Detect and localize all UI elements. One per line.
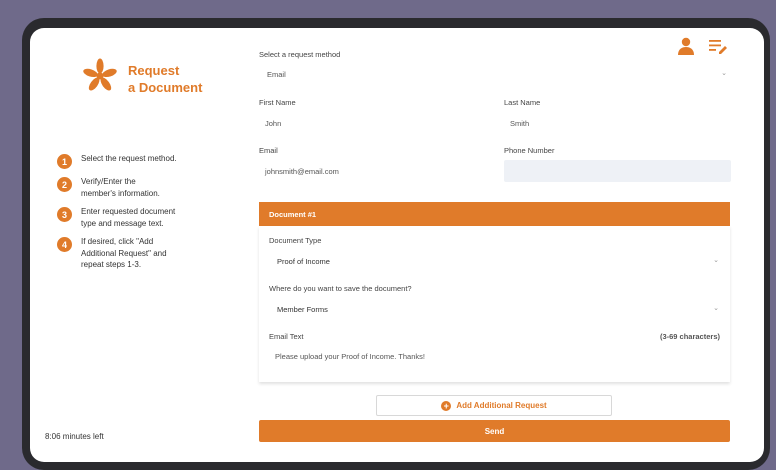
email-text-value: Please upload your Proof of Income. Than… <box>275 352 425 361</box>
app-logo: Request a Document <box>82 58 202 99</box>
last-name-value: Smith <box>510 119 530 128</box>
document-header: Document #1 <box>259 202 730 226</box>
step-text: Verify/Enter the member's information. <box>81 177 160 198</box>
chevron-down-icon: ⌄ <box>713 257 719 264</box>
instruction-steps: 1 Select the request method. 2 Verify/En… <box>57 153 227 278</box>
phone-field[interactable] <box>504 160 731 182</box>
step-item: 3 Enter requested document type and mess… <box>57 206 227 229</box>
step-text: If desired, click "Add Additional Reques… <box>81 237 167 269</box>
email-value: johnsmith@email.com <box>265 167 339 176</box>
step-text: Select the request method. <box>81 154 177 163</box>
document-type-select[interactable]: Proof of Income ⌄ <box>269 250 721 272</box>
last-name-label: Last Name <box>504 98 541 107</box>
first-name-value: John <box>265 119 282 128</box>
document-card: Document Type Proof of Income ⌄ Where do… <box>259 226 730 382</box>
method-value: Email <box>267 70 286 79</box>
app-screen: Request a Document 1 Select the request … <box>30 28 764 462</box>
first-name-label: First Name <box>259 98 296 107</box>
save-location-label: Where do you want to save the document? <box>269 284 412 293</box>
method-label: Select a request method <box>259 50 341 59</box>
plus-circle-icon: + <box>441 400 452 411</box>
send-button[interactable]: Send <box>259 420 730 442</box>
add-request-label: Add Additional Request <box>456 401 547 410</box>
step-item: 4 If desired, click "Add Additional Requ… <box>57 236 227 271</box>
time-remaining: 8:06 minutes left <box>45 432 104 441</box>
step-number: 2 <box>57 177 72 192</box>
step-number: 1 <box>57 154 72 169</box>
document-type-label: Document Type <box>269 236 322 245</box>
step-item: 1 Select the request method. <box>57 153 227 169</box>
send-label: Send <box>484 426 505 436</box>
add-additional-request-button[interactable]: + Add Additional Request <box>376 395 612 416</box>
app-title-line1: Request <box>128 62 180 78</box>
save-location-value: Member Forms <box>277 305 328 314</box>
step-text: Enter requested document type and messag… <box>81 207 176 228</box>
list-edit-icon[interactable] <box>708 37 728 60</box>
phone-label: Phone Number <box>504 146 555 155</box>
char-count-hint: (3-69 characters) <box>659 332 720 341</box>
method-select[interactable]: Email ⌄ <box>259 64 731 84</box>
chevron-down-icon: ⌄ <box>713 305 719 312</box>
save-location-select[interactable]: Member Forms ⌄ <box>269 298 721 320</box>
email-field[interactable]: johnsmith@email.com <box>259 160 487 182</box>
email-text-label: Email Text <box>269 332 304 341</box>
user-icon[interactable] <box>676 36 696 61</box>
document-type-value: Proof of Income <box>277 257 330 266</box>
first-name-field[interactable]: John <box>259 112 487 134</box>
email-text-area[interactable]: Please upload your Proof of Income. Than… <box>269 344 721 370</box>
step-number: 4 <box>57 237 72 252</box>
step-item: 2 Verify/Enter the member's information. <box>57 176 227 199</box>
email-label: Email <box>259 146 278 155</box>
app-title-line2: a Document <box>128 79 203 95</box>
top-toolbar <box>676 36 728 61</box>
chevron-down-icon: ⌄ <box>721 70 727 77</box>
last-name-field[interactable]: Smith <box>504 112 731 134</box>
app-title: Request a Document <box>128 62 202 96</box>
asterisk-icon <box>82 58 118 99</box>
step-number: 3 <box>57 207 72 222</box>
